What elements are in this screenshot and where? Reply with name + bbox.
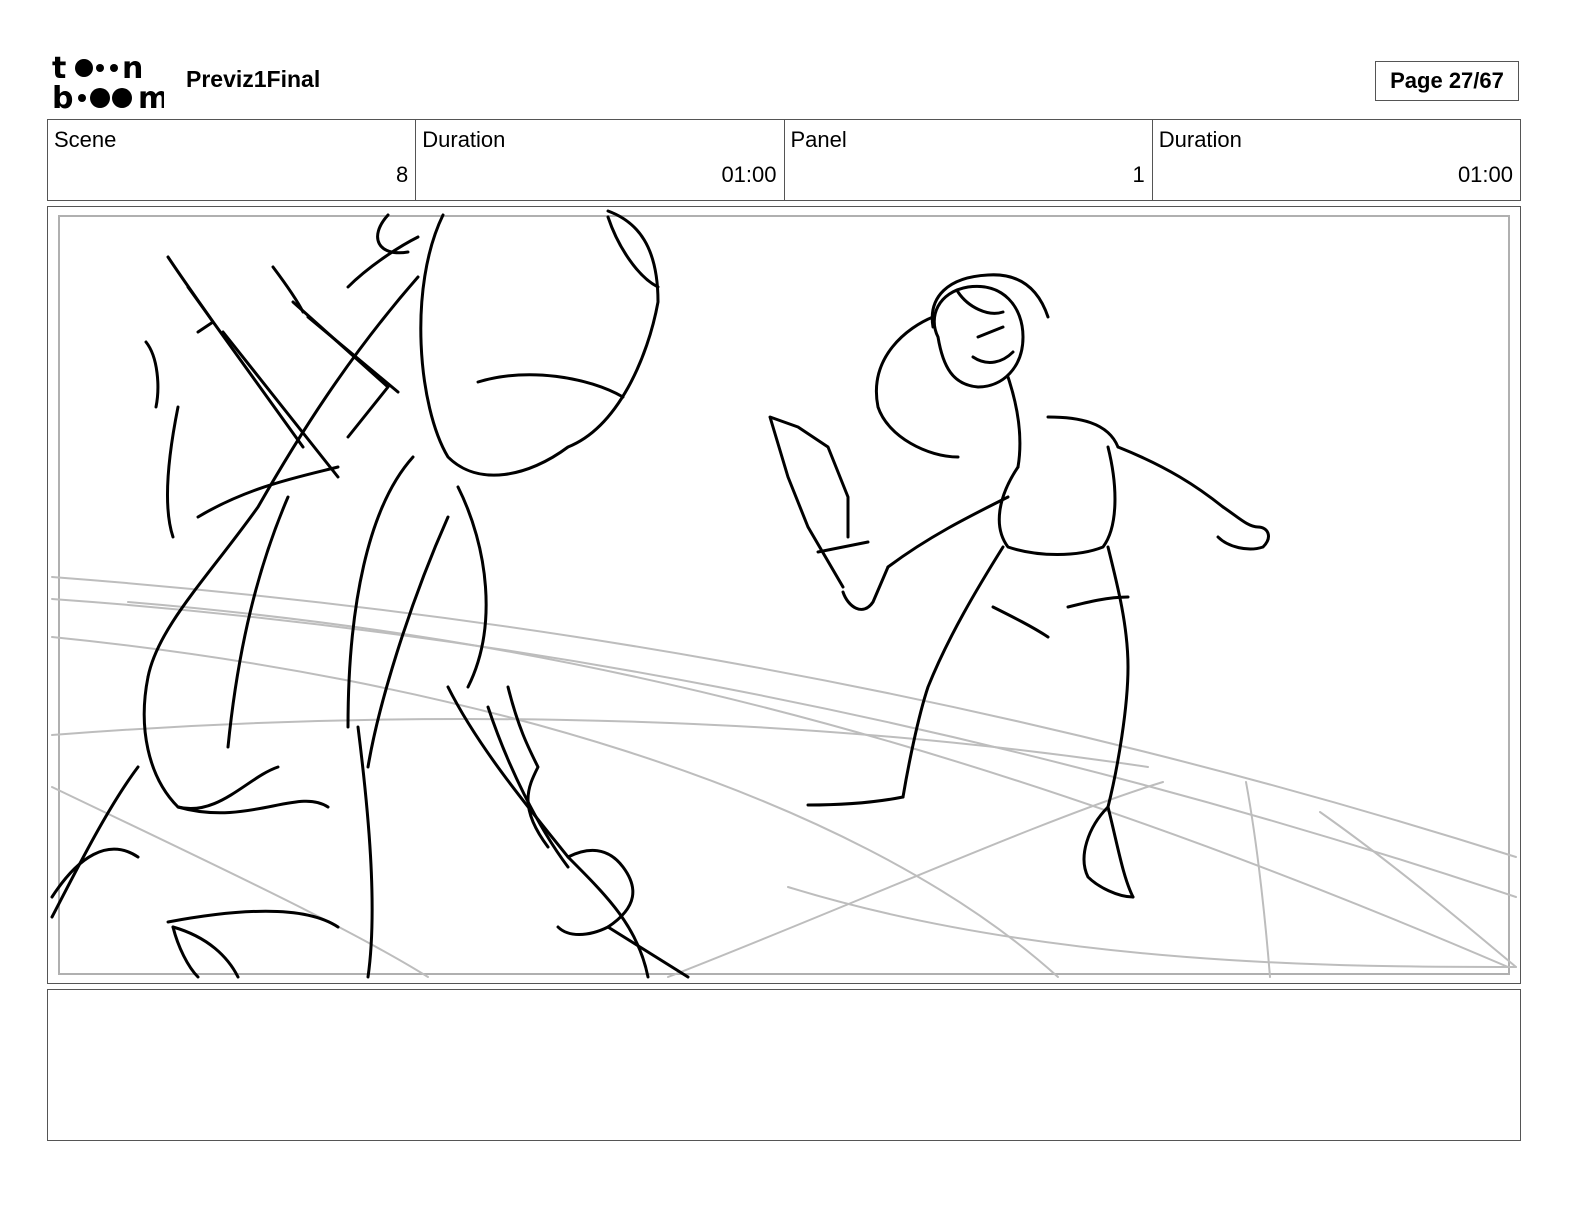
- panel-duration-cell: Duration 01:00: [1153, 120, 1520, 200]
- panel-cell: Panel 1: [785, 120, 1153, 200]
- svg-text:b: b: [52, 81, 73, 110]
- scene-cell: Scene 8: [48, 120, 417, 200]
- panel-duration-label: Duration: [1158, 127, 1242, 152]
- scene-duration-value: 01:00: [721, 162, 777, 187]
- panel-value: 1: [1132, 162, 1145, 187]
- scene-info-table: Scene 8 Duration 01:00 Panel 1 Duration …: [47, 119, 1521, 201]
- page-number-badge: Page 27/67: [1375, 61, 1519, 101]
- panel-duration-value: 01:00: [1457, 162, 1513, 187]
- svg-text:m: m: [138, 81, 164, 110]
- sketch-drawing: [50, 209, 1517, 979]
- scene-value: 8: [396, 162, 409, 187]
- storyboard-panel: [47, 206, 1521, 984]
- scene-duration-label: Duration: [422, 127, 506, 152]
- scene-duration-cell: Duration 01:00: [416, 120, 785, 200]
- panel-notes-area[interactable]: [47, 989, 1521, 1141]
- project-title: Previz1Final: [186, 66, 321, 92]
- toon-boom-logo: t n b m: [52, 52, 164, 110]
- panel-label: Panel: [790, 127, 847, 152]
- scene-label: Scene: [54, 127, 117, 152]
